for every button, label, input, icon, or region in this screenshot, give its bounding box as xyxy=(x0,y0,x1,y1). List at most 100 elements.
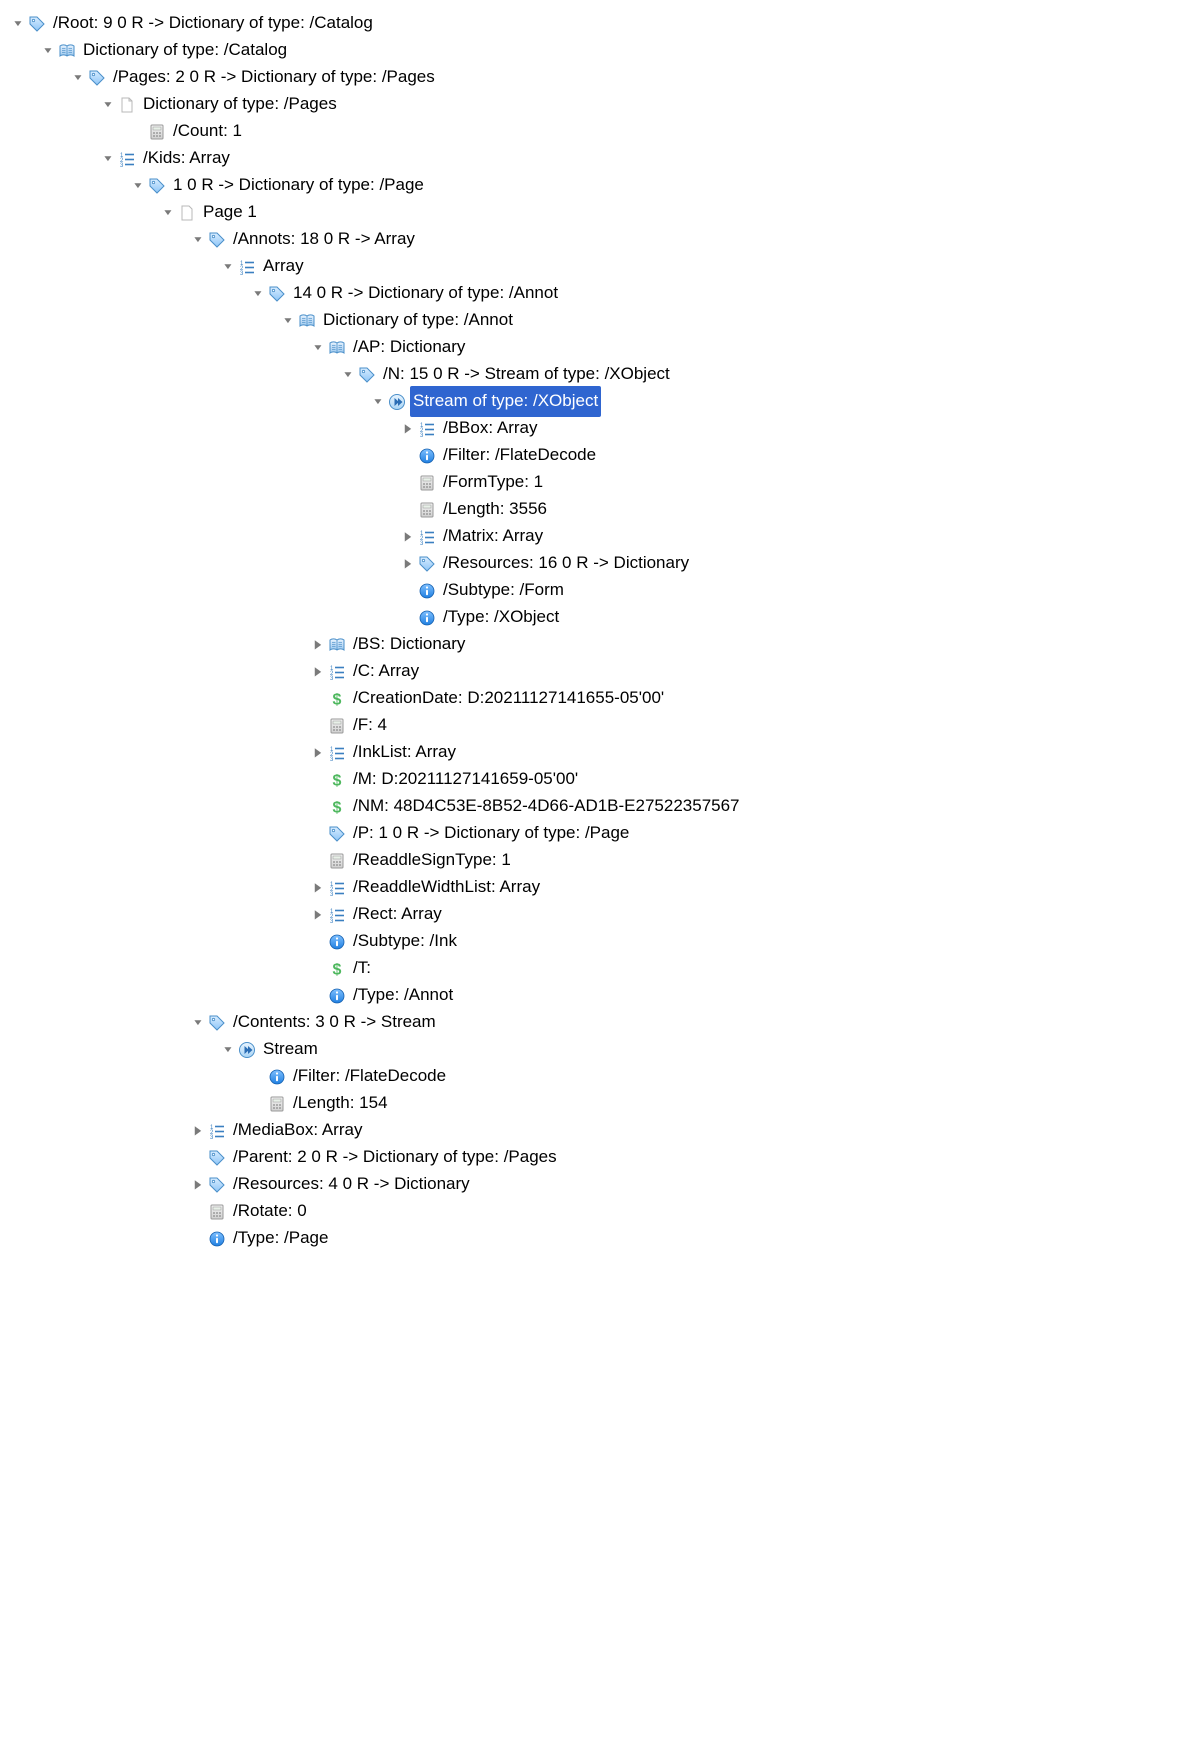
tree-row[interactable]: /CreationDate: D:20211127141655-05'00' xyxy=(6,685,1200,712)
tree-row[interactable]: ▼ /Annots: 18 0 R -> Array xyxy=(6,226,1200,253)
tree-row[interactable]: /Type: /Annot xyxy=(6,982,1200,1009)
tree-row[interactable]: ▶/Matrix: Array xyxy=(6,523,1200,550)
tree-row[interactable]: /Length: 154 xyxy=(6,1090,1200,1117)
chevron-right-icon[interactable]: ▶ xyxy=(312,661,323,681)
tree-row[interactable]: /Type: /Page xyxy=(6,1225,1200,1252)
chevron-down-icon[interactable]: ▼ xyxy=(40,43,56,57)
list-icon xyxy=(238,258,256,276)
info-icon xyxy=(268,1068,286,1086)
chevron-down-icon[interactable]: ▼ xyxy=(190,232,206,246)
chevron-down-icon[interactable]: ▼ xyxy=(70,70,86,84)
chevron-down-icon[interactable]: ▼ xyxy=(370,394,386,408)
chevron-down-icon[interactable]: ▼ xyxy=(130,178,146,192)
pdf-structure-tree[interactable]: ▼/Root: 9 0 R -> Dictionary of type: /Ca… xyxy=(0,0,1200,1272)
tree-row[interactable]: /Filter: /FlateDecode xyxy=(6,1063,1200,1090)
tag-icon xyxy=(148,177,166,195)
chevron-down-icon[interactable]: ▼ xyxy=(160,205,176,219)
chevron-down-icon[interactable]: ▼ xyxy=(10,16,26,30)
chevron-down-icon[interactable]: ▼ xyxy=(100,97,116,111)
tree-row[interactable]: /Filter: /FlateDecode xyxy=(6,442,1200,469)
tree-row[interactable]: /M: D:20211127141659-05'00' xyxy=(6,766,1200,793)
tree-row[interactable]: ▼Array xyxy=(6,253,1200,280)
chevron-right-icon[interactable]: ▶ xyxy=(192,1120,203,1140)
chevron-right-icon[interactable]: ▶ xyxy=(312,742,323,762)
tree-row[interactable]: /Count: 1 xyxy=(6,118,1200,145)
chevron-right-icon[interactable]: ▶ xyxy=(402,526,413,546)
tree-row[interactable]: /P: 1 0 R -> Dictionary of type: /Page xyxy=(6,820,1200,847)
tree-row[interactable]: ▼Page 1 xyxy=(6,199,1200,226)
tree-row[interactable]: /NM: 48D4C53E-8B52-4D66-AD1B-E2752235756… xyxy=(6,793,1200,820)
calc-icon xyxy=(208,1203,226,1221)
info-icon xyxy=(328,933,346,951)
chevron-down-icon[interactable]: ▼ xyxy=(310,340,326,354)
tag-icon xyxy=(208,1176,226,1194)
tree-row[interactable]: ▼/N: 15 0 R -> Stream of type: /XObject xyxy=(6,361,1200,388)
tree-row[interactable]: ▼Stream of type: /XObject xyxy=(6,388,1200,415)
tree-row[interactable]: ▼Dictionary of type: /Annot xyxy=(6,307,1200,334)
play-icon xyxy=(388,393,406,411)
tree-row[interactable]: /Length: 3556 xyxy=(6,496,1200,523)
tree-row[interactable]: /ReaddleSignType: 1 xyxy=(6,847,1200,874)
tag-icon xyxy=(208,1149,226,1167)
chevron-down-icon[interactable]: ▼ xyxy=(340,367,356,381)
tree-row[interactable]: ▶/Resources: 16 0 R -> Dictionary xyxy=(6,550,1200,577)
chevron-right-icon[interactable]: ▶ xyxy=(402,553,413,573)
tree-row[interactable]: ▼/AP: Dictionary xyxy=(6,334,1200,361)
tree-row[interactable]: ▼/Kids: Array xyxy=(6,145,1200,172)
tree-row[interactable]: /Parent: 2 0 R -> Dictionary of type: /P… xyxy=(6,1144,1200,1171)
chevron-down-icon[interactable]: ▼ xyxy=(250,286,266,300)
chevron-down-icon[interactable]: ▼ xyxy=(190,1015,206,1029)
tree-row[interactable]: ▼14 0 R -> Dictionary of type: /Annot xyxy=(6,280,1200,307)
tag-icon xyxy=(328,825,346,843)
list-icon xyxy=(118,150,136,168)
chevron-down-icon[interactable]: ▼ xyxy=(280,313,296,327)
doc-icon xyxy=(118,96,136,114)
dollar-icon xyxy=(328,690,346,708)
node-label[interactable]: /CreationDate: D:20211127141655-05'00' xyxy=(350,683,667,714)
tree-row[interactable]: ▶/Resources: 4 0 R -> Dictionary xyxy=(6,1171,1200,1198)
chevron-down-icon[interactable]: ▼ xyxy=(100,151,116,165)
node-label[interactable]: /Type: /Page xyxy=(230,1223,331,1254)
tree-row[interactable]: ▼Dictionary of type: /Catalog xyxy=(6,37,1200,64)
info-icon xyxy=(418,609,436,627)
tree-row[interactable]: /Rotate: 0 xyxy=(6,1198,1200,1225)
book-icon xyxy=(328,636,346,654)
chevron-down-icon[interactable]: ▼ xyxy=(220,1042,236,1056)
chevron-right-icon[interactable]: ▶ xyxy=(312,904,323,924)
tree-row[interactable]: ▶/MediaBox: Array xyxy=(6,1117,1200,1144)
tree-row[interactable]: /T: xyxy=(6,955,1200,982)
list-icon xyxy=(328,663,346,681)
tree-row[interactable]: /Subtype: /Ink xyxy=(6,928,1200,955)
calc-icon xyxy=(418,501,436,519)
page-icon xyxy=(178,204,196,222)
dollar-icon xyxy=(328,771,346,789)
tag-icon xyxy=(418,555,436,573)
tree-row[interactable]: /Subtype: /Form xyxy=(6,577,1200,604)
tree-row[interactable]: ▼/Root: 9 0 R -> Dictionary of type: /Ca… xyxy=(6,10,1200,37)
list-icon xyxy=(418,420,436,438)
chevron-right-icon[interactable]: ▶ xyxy=(312,634,323,654)
tree-row[interactable]: ▼/Contents: 3 0 R -> Stream xyxy=(6,1009,1200,1036)
chevron-right-icon[interactable]: ▶ xyxy=(402,418,413,438)
tree-row[interactable]: ▼1 0 R -> Dictionary of type: /Page xyxy=(6,172,1200,199)
tree-row[interactable]: /Type: /XObject xyxy=(6,604,1200,631)
list-icon xyxy=(418,528,436,546)
tree-row[interactable]: ▶/ReaddleWidthList: Array xyxy=(6,874,1200,901)
tree-row[interactable]: ▶/Rect: Array xyxy=(6,901,1200,928)
tree-row[interactable]: ▼Stream xyxy=(6,1036,1200,1063)
chevron-right-icon[interactable]: ▶ xyxy=(312,877,323,897)
tree-row[interactable]: ▶/C: Array xyxy=(6,658,1200,685)
tree-row[interactable]: ▶/BBox: Array xyxy=(6,415,1200,442)
tree-row[interactable]: /FormType: 1 xyxy=(6,469,1200,496)
chevron-down-icon[interactable]: ▼ xyxy=(220,259,236,273)
node-label[interactable]: /Annots: 18 0 R -> Array xyxy=(230,224,418,255)
tag-icon xyxy=(208,1014,226,1032)
tree-row[interactable]: ▼Dictionary of type: /Pages xyxy=(6,91,1200,118)
info-icon xyxy=(328,987,346,1005)
tree-row[interactable]: /F: 4 xyxy=(6,712,1200,739)
calc-icon xyxy=(148,123,166,141)
tree-row[interactable]: ▶/BS: Dictionary xyxy=(6,631,1200,658)
tree-row[interactable]: ▶/InkList: Array xyxy=(6,739,1200,766)
tree-row[interactable]: ▼/Pages: 2 0 R -> Dictionary of type: /P… xyxy=(6,64,1200,91)
chevron-right-icon[interactable]: ▶ xyxy=(192,1174,203,1194)
